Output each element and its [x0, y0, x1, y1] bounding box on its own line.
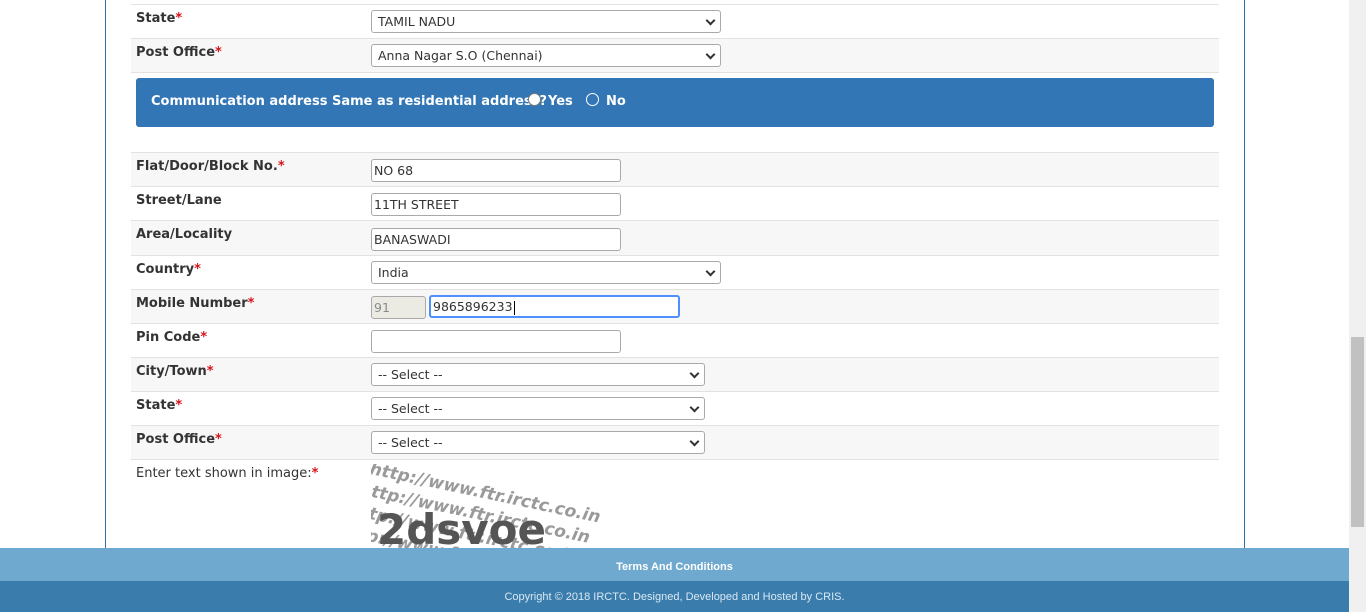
chevron-down-icon — [705, 15, 716, 26]
chevron-down-icon — [705, 49, 716, 60]
post-office-row: Post Office* -- Select -- — [131, 425, 1219, 460]
city-row: City/Town* -- Select -- — [131, 357, 1219, 391]
state-row: State* -- Select -- — [131, 391, 1219, 425]
state-label: State* — [136, 11, 183, 26]
flat-label: Flat/Door/Block No.* — [136, 159, 285, 174]
country-row: Country* India — [131, 255, 1219, 289]
terms-link[interactable]: Terms And Conditions — [616, 561, 733, 573]
svg-text:2dsvoe: 2dsvoe — [377, 505, 546, 548]
area-label: Area/Locality — [136, 227, 233, 242]
post-office-label: Post Office* — [136, 45, 222, 60]
pin-row: Pin Code* — [131, 323, 1219, 357]
captcha-image: http://www.ftr.irctc.co.in http://www.ft… — [371, 464, 621, 548]
post-office-row-residential: Post Office* Anna Nagar S.O (Chennai) — [131, 38, 1219, 73]
street-label: Street/Lane — [136, 193, 222, 208]
chevron-down-icon — [689, 368, 700, 379]
chevron-down-icon — [689, 436, 700, 447]
communication-question: Communication address Same as residentia… — [151, 94, 547, 109]
no-label: No — [606, 94, 626, 109]
country-label: Country* — [136, 262, 201, 277]
flat-row: Flat/Door/Block No.* NO 68 — [131, 152, 1219, 186]
copyright-text: Copyright © 2018 IRCTC. Designed, Develo… — [504, 591, 845, 603]
yes-radio[interactable] — [528, 93, 541, 106]
mobile-row: Mobile Number* 91 9865896233 — [131, 289, 1219, 323]
street-input[interactable]: 11TH STREET — [371, 193, 621, 216]
area-row: Area/Locality BANASWADI — [131, 220, 1219, 255]
mobile-input[interactable]: 9865896233 — [429, 295, 680, 318]
country-code-input: 91 — [371, 296, 426, 319]
text-caret — [513, 300, 515, 315]
captcha-label: Enter text shown in image:* — [136, 466, 319, 481]
captcha-row: Enter text shown in image:* — [131, 460, 1219, 548]
state-select-residential[interactable]: TAMIL NADU — [371, 10, 721, 33]
state-row-residential: State* TAMIL NADU — [131, 4, 1219, 38]
chevron-down-icon — [689, 402, 700, 413]
yes-label: Yes — [548, 94, 573, 109]
no-radio[interactable] — [586, 93, 599, 106]
area-input[interactable]: BANASWADI — [371, 228, 621, 251]
terms-bar: Terms And Conditions — [0, 548, 1349, 581]
flat-input[interactable]: NO 68 — [371, 159, 621, 182]
mobile-label: Mobile Number* — [136, 296, 255, 311]
post-office-label: Post Office* — [136, 432, 222, 447]
copyright-bar: Copyright © 2018 IRCTC. Designed, Develo… — [0, 581, 1349, 612]
scrollbar-thumb[interactable] — [1351, 337, 1364, 527]
city-label: City/Town* — [136, 364, 214, 379]
street-row: Street/Lane 11TH STREET — [131, 186, 1219, 220]
post-office-select-residential[interactable]: Anna Nagar S.O (Chennai) — [371, 44, 721, 67]
city-select[interactable]: -- Select -- — [371, 363, 705, 386]
state-label: State* — [136, 398, 183, 413]
communication-address-banner: Communication address Same as residentia… — [136, 78, 1214, 127]
pin-input[interactable] — [371, 330, 621, 353]
state-select[interactable]: -- Select -- — [371, 397, 705, 420]
registration-page: State* TAMIL NADU Post Office* Anna Naga… — [0, 0, 1366, 612]
post-office-select[interactable]: -- Select -- — [371, 431, 705, 454]
chevron-down-icon — [705, 266, 716, 277]
pin-label: Pin Code* — [136, 330, 208, 345]
country-select[interactable]: India — [371, 261, 721, 284]
